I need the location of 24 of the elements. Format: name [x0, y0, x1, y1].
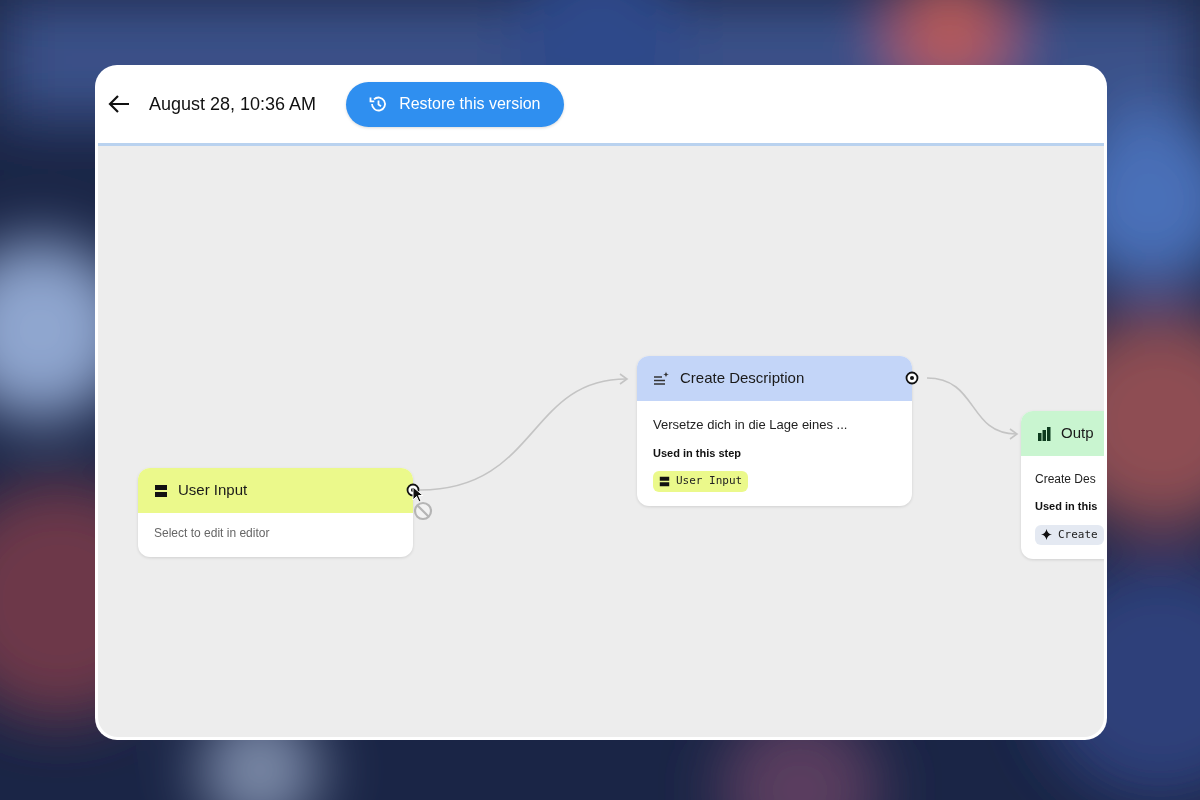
input-icon — [659, 475, 670, 487]
bar-chart-icon — [1037, 426, 1051, 441]
no-entry-icon — [413, 501, 433, 521]
node-description: Select to edit in editor — [154, 525, 270, 542]
input-icon — [154, 483, 168, 498]
text-sparkle-icon — [653, 371, 670, 386]
step-node[interactable]: User Input Select to edit in editor — [138, 468, 413, 557]
history-icon — [369, 95, 388, 113]
step-node[interactable]: Create Description Versetze dich in die Lage eines ... Used in this step User Input — [637, 356, 912, 506]
node-title: Outp — [1061, 423, 1094, 444]
port-icon[interactable] — [905, 371, 919, 385]
ingredient-chip: Create — [1035, 524, 1104, 545]
back-arrow-icon — [108, 94, 130, 114]
node-title: User Input — [178, 480, 248, 501]
used-label: Used in this step — [653, 445, 742, 461]
node-description: Create Des — [1035, 471, 1096, 488]
used-label: Used in this — [1035, 499, 1098, 514]
node-description: Versetze dich in die Lage eines ... — [653, 416, 848, 434]
node-title: Create Description — [680, 368, 805, 389]
step-node[interactable]: Outp Create Des Used in this Create — [1021, 411, 1104, 559]
sparkle-icon — [1041, 529, 1052, 541]
cursor-icon — [412, 486, 424, 503]
ingredient-chip: User Input — [653, 471, 749, 492]
version-timestamp: August 28, 10:36 AM — [149, 92, 317, 116]
